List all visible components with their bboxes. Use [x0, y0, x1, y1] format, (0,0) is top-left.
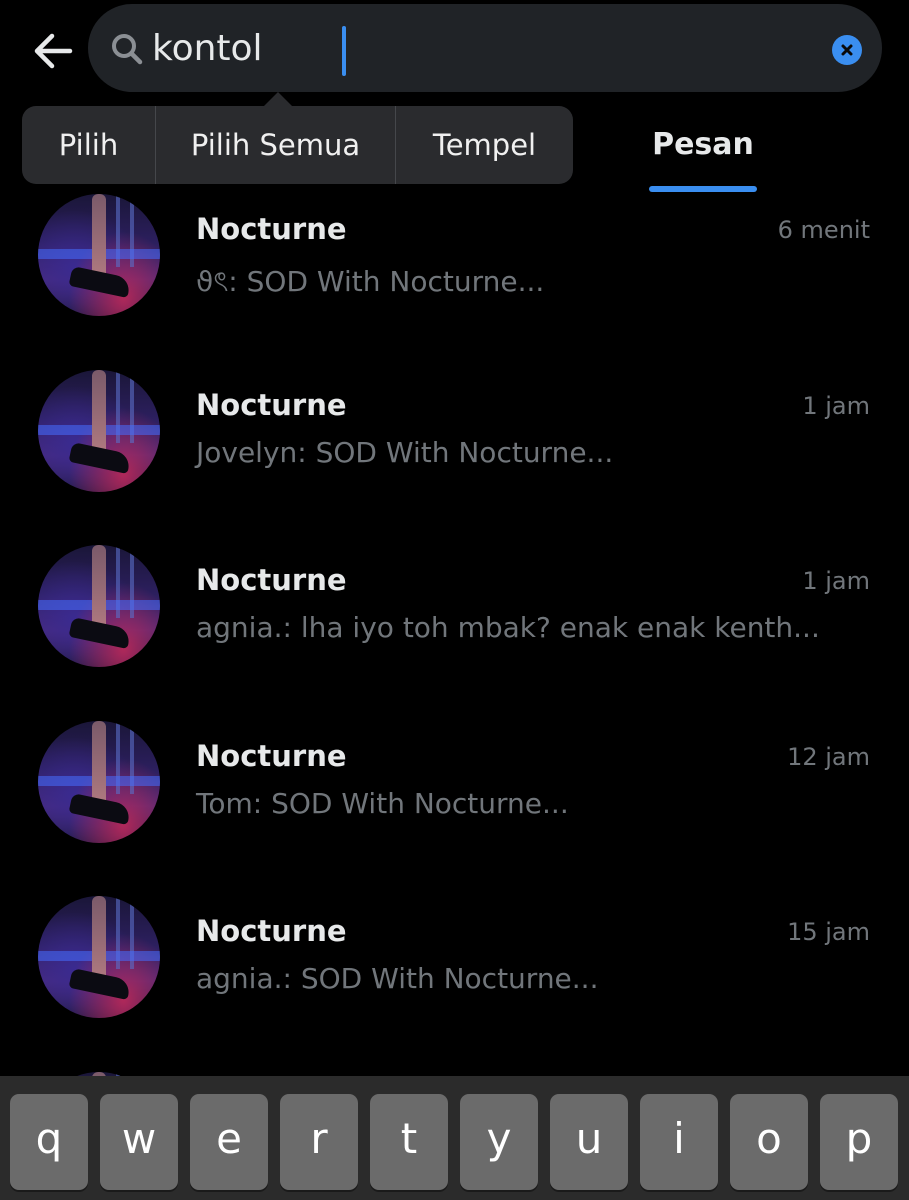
timestamp: 1 jam [802, 391, 870, 420]
key-p[interactable]: p [820, 1094, 898, 1190]
menu-item-select[interactable]: Pilih [22, 106, 156, 184]
avatar [38, 896, 160, 1018]
message-preview: ϑৎ: SOD With Nocturne... [196, 265, 545, 298]
conversation-name: Nocturne [196, 387, 347, 422]
avatar [38, 720, 160, 843]
key-r[interactable]: r [280, 1094, 358, 1190]
tab-messages[interactable]: Pesan [633, 120, 773, 192]
key-o[interactable]: o [730, 1094, 808, 1190]
timestamp: 15 jam [787, 918, 870, 946]
on-screen-keyboard: q w e r t y u i o p [0, 1076, 909, 1200]
text-edit-menu: Pilih Pilih Semua Tempel [22, 92, 573, 184]
key-t[interactable]: t [370, 1094, 448, 1190]
conversation-name: Nocturne [196, 563, 347, 597]
list-item[interactable]: Nocturne 6 menit ϑৎ: SOD With Nocturne..… [0, 192, 909, 368]
avatar [38, 545, 160, 667]
message-preview: agnia.: lha iyo toh mbak? enak enak kent… [196, 611, 820, 644]
key-u[interactable]: u [550, 1094, 628, 1190]
text-cursor [342, 26, 346, 76]
key-w[interactable]: w [100, 1094, 178, 1190]
clear-search-button[interactable] [832, 35, 862, 65]
list-item[interactable]: Nocturne 12 jam Tom: SOD With Nocturne..… [0, 719, 909, 895]
timestamp: 6 menit [777, 216, 870, 244]
back-button[interactable] [30, 28, 76, 74]
list-item[interactable]: Nocturne 1 jam Jovelyn: SOD With Nocturn… [0, 368, 909, 544]
conversation-name: Nocturne [196, 914, 347, 948]
message-preview: Jovelyn: SOD With Nocturne... [196, 435, 614, 469]
key-q[interactable]: q [10, 1094, 88, 1190]
list-item[interactable]: Nocturne 1 jam agnia.: lha iyo toh mbak?… [0, 543, 909, 719]
conversation-name: Nocturne [196, 212, 347, 246]
close-icon [841, 44, 853, 56]
avatar [38, 194, 160, 316]
message-preview: Tom: SOD With Nocturne... [196, 786, 569, 820]
search-bar[interactable]: kontol [88, 4, 882, 92]
menu-item-paste[interactable]: Tempel [396, 106, 573, 184]
key-e[interactable]: e [190, 1094, 268, 1190]
message-preview: agnia.: SOD With Nocturne... [196, 962, 599, 995]
timestamp: 12 jam [787, 742, 870, 771]
avatar [38, 369, 160, 492]
timestamp: 1 jam [802, 567, 870, 595]
tab-label: Pesan [652, 127, 754, 162]
key-i[interactable]: i [640, 1094, 718, 1190]
search-input[interactable]: kontol [152, 24, 263, 74]
message-list: Nocturne 6 menit ϑৎ: SOD With Nocturne..… [0, 192, 909, 1076]
search-icon [112, 34, 143, 65]
arrow-left-icon [34, 33, 73, 69]
key-y[interactable]: y [460, 1094, 538, 1190]
menu-pointer [262, 92, 294, 108]
list-item[interactable]: Nocturne 15 jam agnia.: SOD With Nocturn… [0, 894, 909, 1070]
conversation-name: Nocturne [196, 738, 347, 773]
menu-item-select-all[interactable]: Pilih Semua [156, 106, 396, 184]
